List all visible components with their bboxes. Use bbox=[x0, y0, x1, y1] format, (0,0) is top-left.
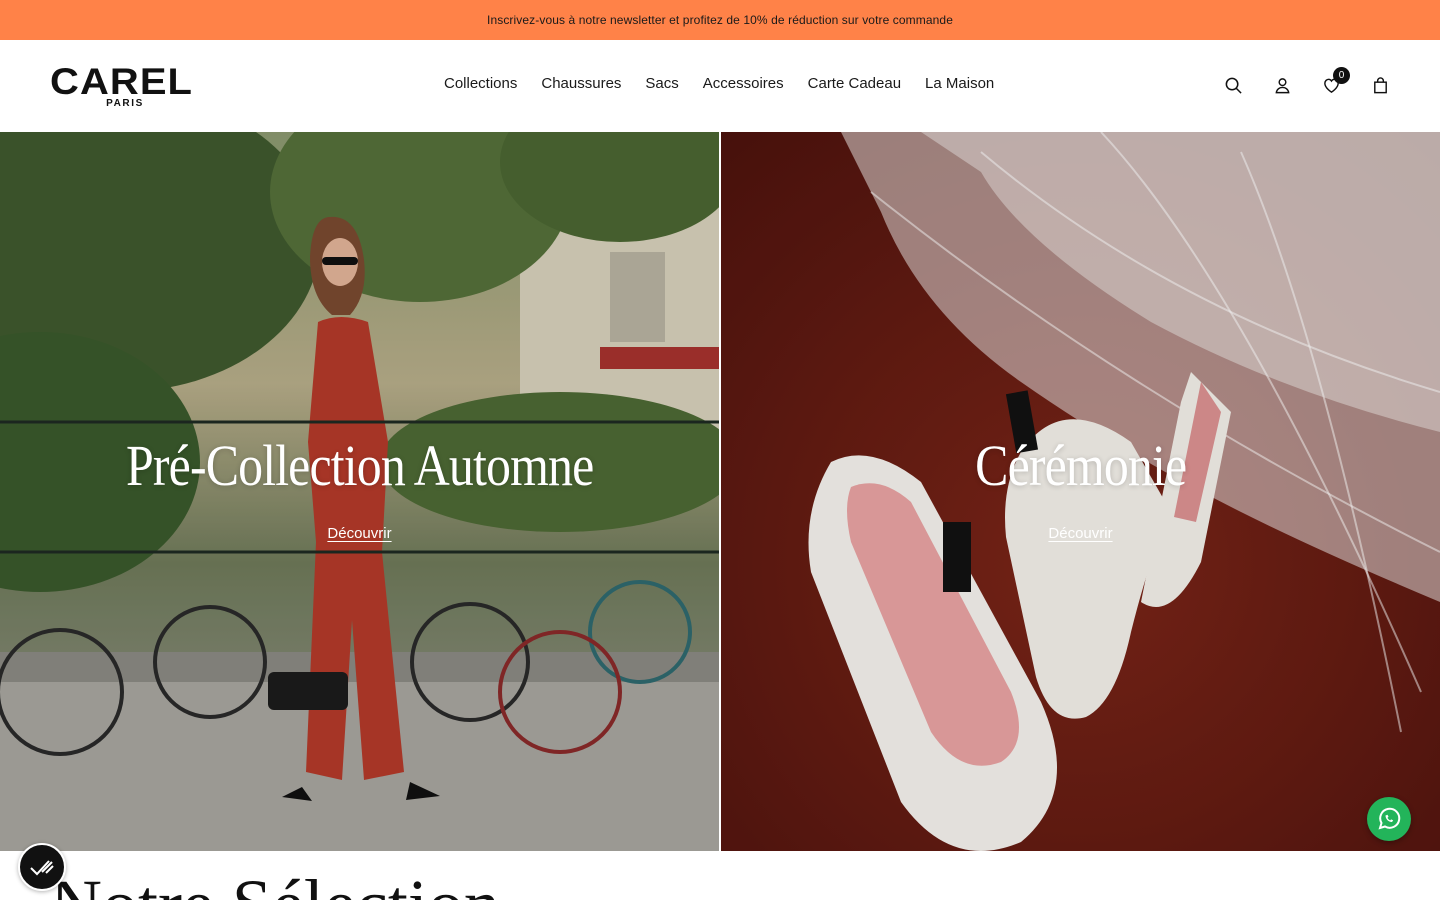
wishlist-count-badge: 0 bbox=[1333, 67, 1350, 84]
user-icon[interactable] bbox=[1273, 75, 1292, 95]
discover-link-pre-collection[interactable]: Découvrir bbox=[327, 525, 391, 542]
selection-section: Notre Sélection bbox=[0, 851, 1440, 900]
cookie-consent-icon[interactable] bbox=[18, 843, 66, 891]
whatsapp-icon[interactable] bbox=[1367, 797, 1411, 841]
announcement-bar[interactable]: Inscrivez-vous à notre newsletter et pro… bbox=[0, 0, 1440, 40]
site-header: CAREL PARIS Collections Chaussures Sacs … bbox=[0, 40, 1440, 132]
discover-link-ceremonie[interactable]: Découvrir bbox=[1048, 525, 1112, 542]
nav-item-sacs[interactable]: Sacs bbox=[645, 75, 678, 92]
brand-name: CAREL bbox=[50, 61, 194, 102]
nav-item-accessoires[interactable]: Accessoires bbox=[703, 75, 784, 92]
hero-caption-right: Cérémonie Découvrir bbox=[721, 432, 1440, 543]
nav-item-carte-cadeau[interactable]: Carte Cadeau bbox=[808, 75, 901, 92]
announcement-text[interactable]: Inscrivez-vous à notre newsletter et pro… bbox=[487, 13, 953, 27]
search-icon[interactable] bbox=[1224, 75, 1243, 95]
hero-panel-ceremonie[interactable]: Cérémonie Découvrir bbox=[721, 132, 1440, 851]
nav-item-chaussures[interactable]: Chaussures bbox=[541, 75, 621, 92]
nav-item-collections[interactable]: Collections bbox=[444, 75, 517, 92]
hero-title-pre-collection: Pré-Collection Automne bbox=[125, 433, 594, 498]
hero-panel-pre-collection[interactable]: Pré-Collection Automne Découvrir bbox=[0, 132, 719, 851]
hero-title-ceremonie: Cérémonie bbox=[974, 433, 1187, 498]
heart-icon[interactable]: 0 bbox=[1322, 67, 1350, 95]
hero-section: Pré-Collection Automne Découvrir Cérémon… bbox=[0, 132, 1440, 851]
nav-item-la-maison[interactable]: La Maison bbox=[925, 75, 994, 92]
brand-logo[interactable]: CAREL PARIS bbox=[50, 63, 202, 109]
section-title: Notre Sélection bbox=[50, 869, 500, 900]
bag-icon[interactable] bbox=[1371, 75, 1390, 95]
hero-caption-left: Pré-Collection Automne Découvrir bbox=[0, 432, 719, 543]
main-nav: Collections Chaussures Sacs Accessoires … bbox=[444, 75, 994, 92]
header-actions: 0 bbox=[1224, 67, 1390, 95]
